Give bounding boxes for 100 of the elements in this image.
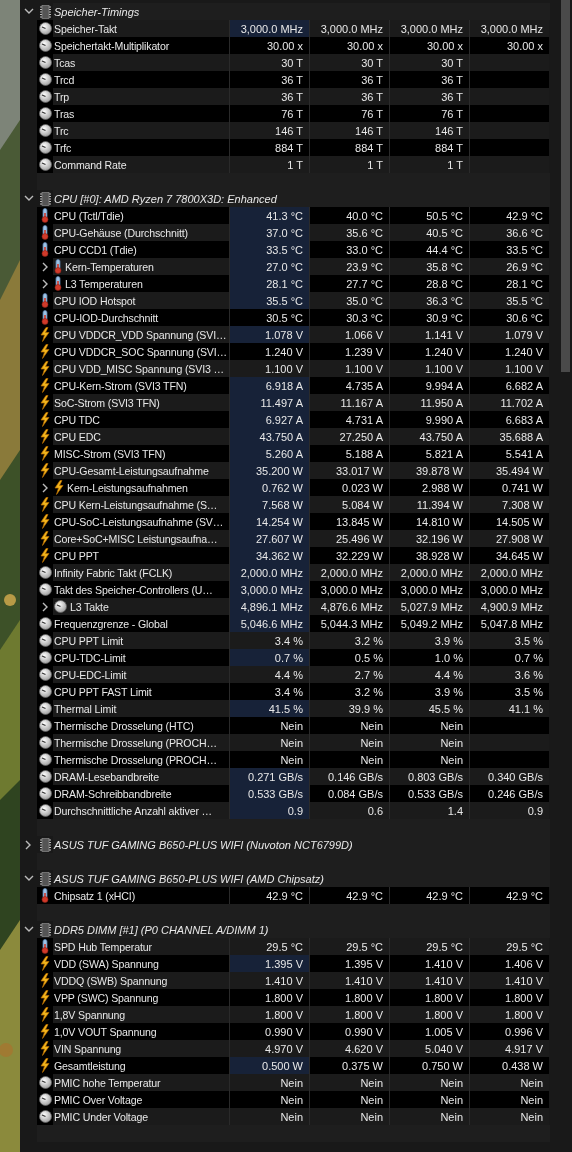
sensor-name: Takt des Speicher-Controllers (U…	[53, 581, 229, 598]
sensor-value: 30.00 x	[309, 37, 389, 54]
sensor-value: Nein	[229, 751, 309, 768]
lightning-bolt-icon	[40, 1007, 50, 1022]
sensor-value: 0.438 W	[469, 1057, 549, 1074]
sensor-value: 1.078 V	[229, 326, 309, 343]
chevron-right-icon[interactable]	[41, 261, 49, 272]
clock-icon	[38, 617, 52, 630]
sensor-value: Nein	[389, 1091, 469, 1108]
clock-icon	[54, 600, 67, 613]
sensor-value: 884 T	[309, 139, 389, 156]
sensor-value: 33.5 °C	[469, 241, 549, 258]
sensor-value: 6.682 A	[469, 377, 549, 394]
lightning-bolt-icon	[54, 480, 64, 495]
sensor-name: Trcd	[53, 71, 229, 88]
sensor-value: 35.5 °C	[229, 292, 309, 309]
sensor-value: 0.741 W	[469, 479, 549, 496]
lightning-bolt-icon	[40, 361, 50, 376]
sensor-value: 1.395 V	[229, 955, 309, 972]
chevron-down-icon[interactable]	[23, 875, 34, 882]
sensor-value: 0.7 %	[469, 649, 549, 666]
sensor-value: 14.254 W	[229, 513, 309, 530]
sensor-name: CPU PPT	[53, 547, 229, 564]
sensor-value: 884 T	[229, 139, 309, 156]
sensor-value: 36 T	[389, 71, 469, 88]
clock-icon	[38, 1110, 52, 1123]
sensor-value: 3,000.0 MHz	[229, 581, 309, 598]
sensor-value: 35.200 W	[229, 462, 309, 479]
sensor-value: 1.406 V	[469, 955, 549, 972]
sensor-value: 40.0 °C	[309, 207, 389, 224]
sensor-value: 11.497 A	[229, 394, 309, 411]
clock-icon	[38, 141, 52, 154]
clock-icon	[38, 770, 52, 783]
chevron-down-icon[interactable]	[23, 195, 34, 202]
sensor-value: 27.607 W	[229, 530, 309, 547]
lightning-bolt-icon	[40, 327, 50, 342]
sensor-value: 76 T	[389, 105, 469, 122]
sensor-value: 1.239 V	[309, 343, 389, 360]
sensor-value: 4.731 A	[309, 411, 389, 428]
sensor-value: 0.533 GB/s	[389, 785, 469, 802]
clock-icon	[38, 22, 52, 35]
clock-icon	[38, 583, 52, 596]
sensor-value: 50.5 °C	[389, 207, 469, 224]
sensor-value: 42.9 °C	[229, 887, 309, 904]
lightning-bolt-icon	[40, 446, 50, 461]
thermometer-icon	[41, 888, 49, 903]
sensor-value: 0.533 GB/s	[229, 785, 309, 802]
sensor-value: 36 T	[309, 71, 389, 88]
chip-icon	[39, 837, 51, 852]
sensor-value: 1.240 V	[389, 343, 469, 360]
sensor-value: 33.0 °C	[309, 241, 389, 258]
chevron-right-icon[interactable]	[41, 601, 49, 612]
sensor-value: 884 T	[389, 139, 469, 156]
sensor-name: CPU TDC	[53, 411, 229, 428]
sensor-value: 14.810 W	[389, 513, 469, 530]
sensor-value: 1.800 V	[469, 989, 549, 1006]
sensor-value: 3,000.0 MHz	[229, 20, 309, 37]
lightning-bolt-icon	[40, 514, 50, 529]
scrollbar-thumb[interactable]	[561, 0, 570, 372]
lightning-bolt-icon	[40, 990, 50, 1005]
sensor-value: Nein	[309, 751, 389, 768]
clock-icon	[38, 753, 52, 766]
thermometer-icon	[41, 242, 49, 257]
sensor-value: 42.9 °C	[389, 887, 469, 904]
sensor-value: 3.2 %	[309, 683, 389, 700]
sensor-value: 30.9 °C	[389, 309, 469, 326]
sensor-value: 44.4 °C	[389, 241, 469, 258]
clock-icon	[38, 719, 52, 732]
sensor-value: 34.362 W	[229, 547, 309, 564]
thermometer-icon	[54, 276, 62, 291]
clock-icon	[38, 634, 52, 647]
lightning-bolt-icon	[40, 429, 50, 444]
sensor-name: Kern-Temperaturen	[65, 260, 154, 273]
chevron-down-icon[interactable]	[23, 8, 34, 15]
sensor-value: Nein	[389, 751, 469, 768]
sensor-name: PMIC Over Voltage	[53, 1091, 229, 1108]
sensor-value: 6.918 A	[229, 377, 309, 394]
chevron-right-icon[interactable]	[25, 839, 32, 850]
sensor-name: DRAM-Schreibbandbreite	[53, 785, 229, 802]
group-title: Speicher-Timings	[54, 5, 140, 18]
lightning-bolt-icon	[40, 973, 50, 988]
sensor-value: 4.735 A	[309, 377, 389, 394]
chevron-down-icon[interactable]	[23, 926, 34, 933]
clock-icon	[38, 668, 52, 681]
sensor-value: 1.395 V	[309, 955, 389, 972]
clock-icon	[38, 566, 52, 579]
lightning-bolt-icon	[40, 497, 50, 512]
sensor-name: VPP (SWC) Spannung	[53, 989, 229, 1006]
sensor-name: CPU-IOD-Durchschnitt	[53, 309, 229, 326]
chevron-right-icon[interactable]	[41, 278, 49, 289]
sensor-value: 0.023 W	[309, 479, 389, 496]
sensor-name: VDD (SWA) Spannung	[53, 955, 229, 972]
group-title: DDR5 DIMM [#1] (P0 CHANNEL A/DIMM 1)	[54, 923, 269, 936]
sensor-name: MISC-Strom (SVI3 TFN)	[53, 445, 229, 462]
chevron-right-icon[interactable]	[41, 482, 49, 493]
sensor-value: 30.00 x	[469, 37, 549, 54]
sensor-value: 0.271 GB/s	[229, 768, 309, 785]
sensor-value: 5,049.2 MHz	[389, 615, 469, 632]
thermometer-icon	[41, 310, 49, 325]
sensor-value: 2,000.0 MHz	[229, 564, 309, 581]
